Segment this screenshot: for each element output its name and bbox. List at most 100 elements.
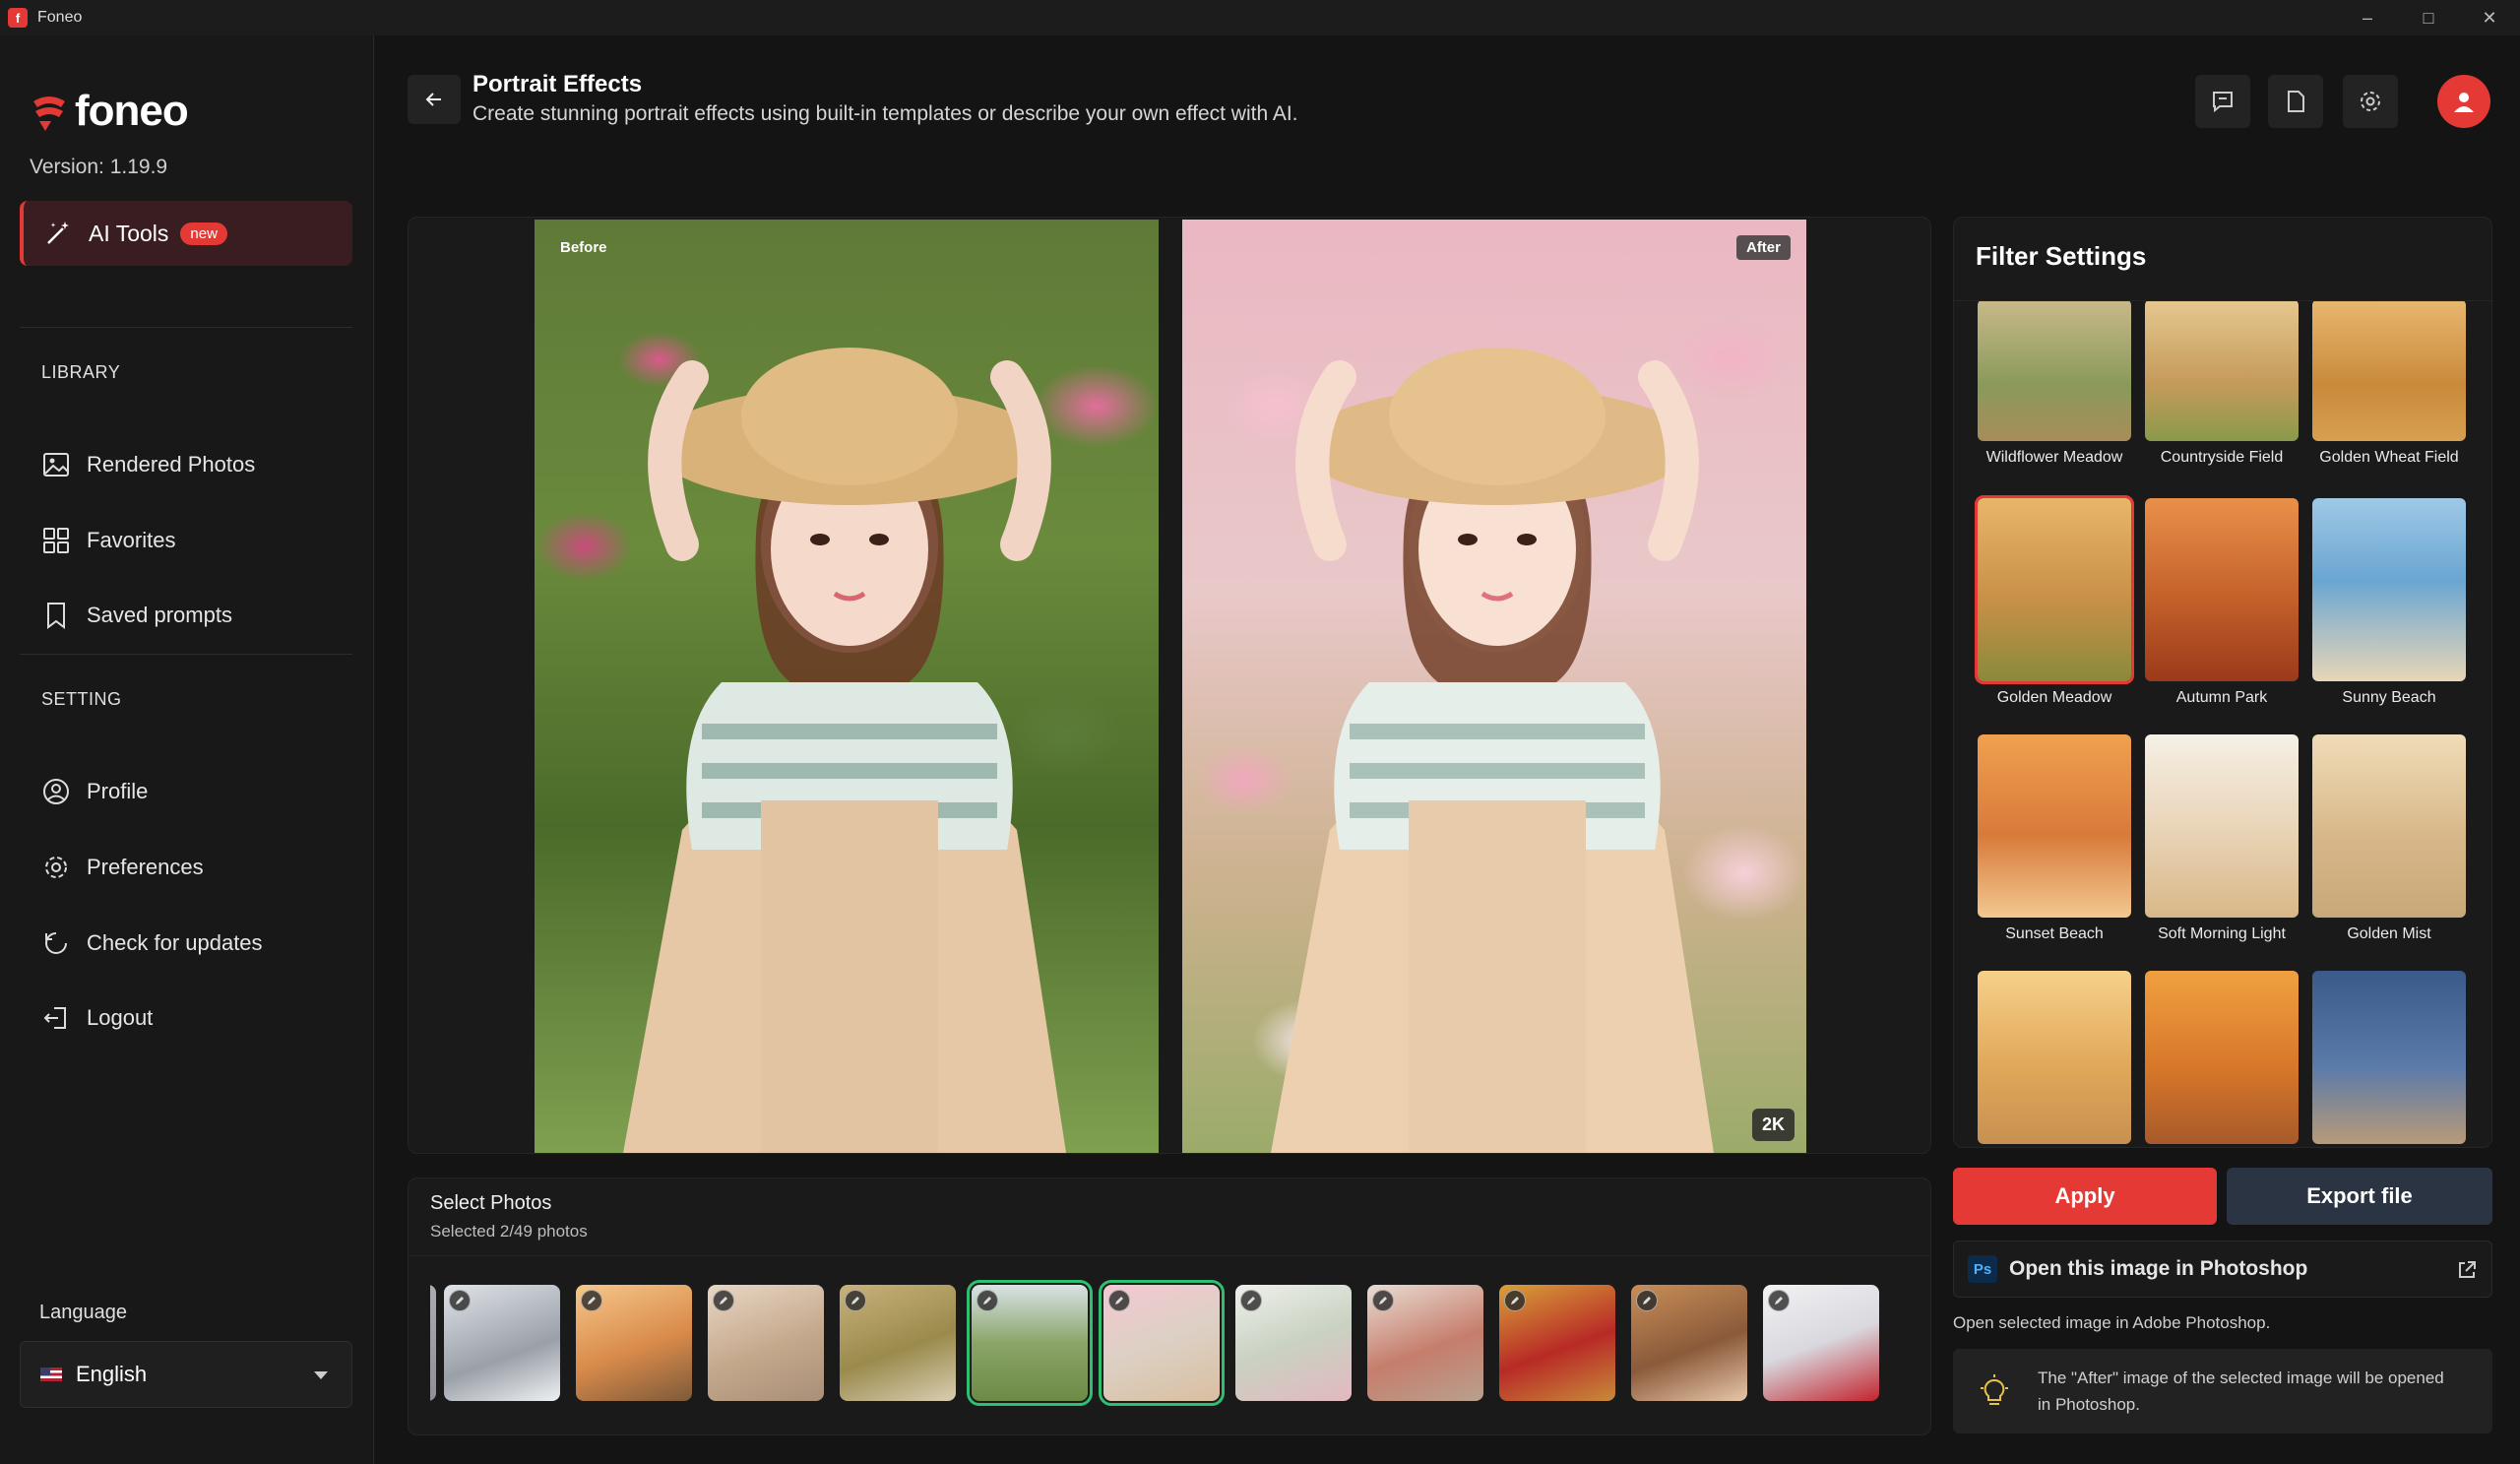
filter-thumbnail xyxy=(2312,498,2466,681)
filter-thumbnail xyxy=(2312,971,2466,1144)
logout-icon xyxy=(43,1007,66,1029)
close-icon[interactable]: ✕ xyxy=(2459,0,2520,35)
edit-icon[interactable] xyxy=(1504,1290,1526,1311)
photo-thumbnail[interactable] xyxy=(1367,1285,1483,1401)
photoshop-hint: Open selected image in Adobe Photoshop. xyxy=(1953,1313,2271,1332)
edit-icon[interactable] xyxy=(449,1290,471,1311)
filter-tile[interactable]: Autumn Park xyxy=(2145,498,2299,707)
sidebar-item-preferences[interactable]: Preferences xyxy=(41,848,204,887)
language-value: English xyxy=(76,1362,148,1386)
back-button[interactable] xyxy=(408,75,461,124)
photo-thumbnail[interactable] xyxy=(1631,1285,1747,1401)
photo-strip[interactable] xyxy=(430,1178,1907,1436)
feedback-button[interactable] xyxy=(2195,75,2250,128)
filter-tile[interactable]: Golden Wheat Field xyxy=(2312,301,2466,467)
sidebar-item-check-for-updates[interactable]: Check for updates xyxy=(41,923,263,963)
language-select[interactable]: English xyxy=(20,1341,352,1408)
before-image[interactable]: Before xyxy=(535,220,1159,1153)
edit-icon[interactable] xyxy=(1636,1290,1658,1311)
sidebar-item-saved-prompts[interactable]: Saved prompts xyxy=(41,596,232,635)
library-header: LIBRARY xyxy=(41,362,121,382)
filter-tile[interactable] xyxy=(1978,971,2131,1147)
photoshop-icon: Ps xyxy=(1968,1255,1997,1283)
filter-thumbnail xyxy=(2145,971,2299,1144)
window-title: Foneo xyxy=(37,9,83,26)
logo-text: foneo xyxy=(75,87,189,135)
photo-thumbnail[interactable] xyxy=(1499,1285,1615,1401)
logo-icon xyxy=(33,96,65,131)
edit-icon[interactable] xyxy=(845,1290,866,1311)
filter-name: Soft Morning Light xyxy=(2158,925,2286,942)
sidebar-item-profile[interactable]: Profile xyxy=(41,772,148,811)
filter-name: Wildflower Meadow xyxy=(1985,449,2123,466)
sidebar-item-logout[interactable]: Logout xyxy=(41,998,153,1038)
maximize-icon[interactable]: □ xyxy=(2398,0,2459,35)
sidebar-item-favorites[interactable]: Favorites xyxy=(41,521,175,560)
edit-icon[interactable] xyxy=(1372,1290,1394,1311)
filter-thumbnail xyxy=(1978,734,2131,918)
divider xyxy=(20,327,352,328)
filter-name: Sunset Beach xyxy=(2005,925,2104,942)
after-image[interactable]: After 2K xyxy=(1182,220,1806,1153)
photo-thumbnail[interactable] xyxy=(840,1285,956,1401)
filter-tile[interactable]: Golden Meadow xyxy=(1975,495,2134,707)
minimize-icon[interactable]: – xyxy=(2337,0,2398,35)
filter-tile[interactable] xyxy=(2145,971,2299,1147)
edit-icon[interactable] xyxy=(581,1290,602,1311)
photo-thumbnail[interactable] xyxy=(430,1285,436,1401)
photoshop-note-text: The "After" image of the selected image … xyxy=(2038,1369,2444,1414)
sidebar-item-label: Saved prompts xyxy=(87,603,232,627)
filter-tile[interactable]: Countryside Field xyxy=(2145,301,2299,467)
filter-thumbnail xyxy=(2145,498,2299,681)
edit-icon[interactable] xyxy=(713,1290,734,1311)
chat-icon xyxy=(2213,92,2233,113)
document-button[interactable] xyxy=(2268,75,2323,128)
open-in-photoshop-button[interactable]: Ps Open this image in Photoshop xyxy=(1953,1241,2492,1298)
edit-icon[interactable] xyxy=(1768,1290,1790,1311)
new-badge: new xyxy=(180,222,227,245)
avatar[interactable] xyxy=(2437,75,2490,128)
photo-thumbnail[interactable] xyxy=(967,1280,1093,1406)
divider xyxy=(20,654,352,655)
filter-tile[interactable]: Wildflower Meadow xyxy=(1978,301,2131,467)
photo-thumbnail[interactable] xyxy=(444,1285,560,1401)
portrait-figure xyxy=(623,348,1066,1153)
photo-thumbnail[interactable] xyxy=(1099,1280,1225,1406)
page-subtitle: Create stunning portrait effects using b… xyxy=(472,102,1298,125)
filter-thumbnail xyxy=(2145,734,2299,918)
edit-icon[interactable] xyxy=(1240,1290,1262,1311)
filter-tile[interactable]: Golden Mist xyxy=(2312,734,2466,943)
filter-thumbnail xyxy=(2312,301,2466,441)
setting-header: SETTING xyxy=(41,689,122,709)
photoshop-label: Open this image in Photoshop xyxy=(2009,1257,2308,1280)
export-file-button[interactable]: Export file xyxy=(2227,1168,2492,1225)
edit-icon[interactable] xyxy=(1108,1290,1130,1311)
sidebar-item-ai-tools[interactable]: AI Tools new xyxy=(20,201,352,266)
image-icon xyxy=(43,453,69,477)
apply-button[interactable]: Apply xyxy=(1953,1168,2217,1225)
us-flag-icon xyxy=(40,1368,62,1381)
photo-thumbnail[interactable] xyxy=(1235,1285,1352,1401)
settings-button[interactable] xyxy=(2343,75,2398,128)
filter-thumbnail xyxy=(2145,301,2299,441)
sidebar-item-rendered-photos[interactable]: Rendered Photos xyxy=(41,445,255,484)
sidebar: foneo Version: 1.19.9 AI Tools new LIBRA… xyxy=(0,35,374,1464)
filter-tile[interactable]: Sunset Beach xyxy=(1978,734,2131,943)
page-title: Portrait Effects xyxy=(472,71,643,97)
gear-icon xyxy=(2361,92,2380,111)
lightbulb-icon xyxy=(1981,1374,2008,1405)
gear-icon xyxy=(45,857,67,878)
refresh-icon xyxy=(45,932,67,954)
photo-thumbnail[interactable] xyxy=(1763,1285,1879,1401)
language-label: Language xyxy=(39,1302,127,1323)
filter-tile[interactable]: Soft Morning Light xyxy=(2145,734,2299,943)
filter-thumbnail xyxy=(1978,301,2131,441)
photo-thumbnail[interactable] xyxy=(708,1285,824,1401)
filter-tile[interactable]: Sunny Beach xyxy=(2312,498,2466,707)
filter-tile[interactable] xyxy=(2312,971,2466,1147)
filter-grid[interactable]: Wildflower Meadow Countryside Field Gold… xyxy=(1954,301,2491,1147)
photo-thumbnail[interactable] xyxy=(576,1285,692,1401)
edit-icon[interactable] xyxy=(976,1290,998,1311)
magic-wand-icon xyxy=(47,222,69,244)
file-icon xyxy=(2288,91,2304,112)
